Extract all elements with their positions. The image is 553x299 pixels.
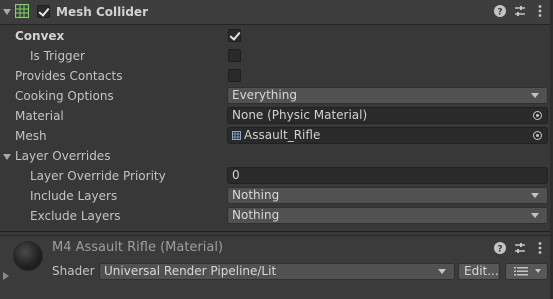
mesh-collider-icon (15, 4, 29, 18)
layer-override-priority-input[interactable]: 0 (227, 167, 548, 184)
svg-text:?: ? (497, 8, 502, 18)
divider (0, 231, 553, 232)
is-trigger-checkbox[interactable] (228, 49, 241, 62)
foldout-arrow-icon[interactable] (3, 9, 11, 15)
shader-value: Universal Render Pipeline/Lit (104, 264, 277, 278)
convex-label: Convex (15, 29, 65, 43)
layer-overrides-label: Layer Overrides (15, 149, 111, 163)
presets-icon[interactable] (513, 241, 527, 255)
is-trigger-row: Is Trigger (0, 46, 553, 66)
provides-contacts-row: Provides Contacts (0, 66, 553, 86)
provides-contacts-checkbox[interactable] (228, 69, 241, 82)
exclude-layers-dropdown[interactable]: Nothing (227, 207, 548, 224)
shader-dropdown[interactable]: Universal Render Pipeline/Lit (99, 263, 455, 280)
svg-text:?: ? (497, 245, 502, 255)
material-object-field[interactable]: None (Physic Material) (227, 107, 548, 124)
mesh-asset-icon (232, 131, 241, 140)
component-header[interactable]: Mesh Collider ? (0, 0, 553, 25)
cooking-options-value: Everything (232, 88, 297, 102)
presets-icon[interactable] (513, 4, 527, 18)
exclude-layers-value: Nothing (232, 208, 280, 222)
material-value: None (Physic Material) (232, 108, 368, 122)
divider (0, 235, 553, 236)
cooking-options-dropdown[interactable]: Everything (227, 87, 548, 104)
chevron-down-icon (438, 269, 446, 274)
edit-shader-button[interactable]: Edit... (458, 263, 500, 280)
chevron-down-icon (535, 269, 541, 273)
provides-contacts-label: Provides Contacts (15, 69, 123, 83)
material-asset-section: M4 Assault Rifle (Material) ? Shader Uni… (0, 237, 553, 299)
foldout-arrow-icon[interactable] (3, 154, 11, 160)
layer-override-priority-value: 0 (232, 168, 240, 182)
shader-options-button[interactable] (505, 263, 548, 280)
layer-override-priority-label: Layer Override Priority (30, 169, 166, 183)
material-row: Material None (Physic Material) (0, 106, 553, 126)
include-layers-value: Nothing (232, 188, 280, 202)
object-picker-icon[interactable] (533, 131, 542, 140)
mesh-value: Assault_Rifle (244, 128, 321, 142)
shader-label: Shader (52, 264, 95, 278)
layer-override-priority-row: Layer Override Priority 0 (0, 166, 553, 186)
convex-row: Convex (0, 26, 553, 46)
cooking-options-label: Cooking Options (15, 89, 114, 103)
material-title: M4 Assault Rifle (Material) (52, 240, 224, 255)
include-layers-dropdown[interactable]: Nothing (227, 187, 548, 204)
more-icon[interactable] (533, 241, 547, 255)
mesh-object-field[interactable]: Assault_Rifle (227, 127, 548, 144)
is-trigger-label: Is Trigger (30, 49, 85, 63)
layer-overrides-foldout[interactable]: Layer Overrides (0, 146, 553, 166)
help-icon[interactable]: ? (493, 241, 507, 255)
component-title: Mesh Collider (56, 5, 148, 19)
include-layers-label: Include Layers (30, 189, 118, 203)
exclude-layers-row: Exclude Layers Nothing (0, 206, 553, 226)
material-label: Material (15, 109, 64, 123)
chevron-down-icon (531, 193, 539, 198)
cooking-options-row: Cooking Options Everything (0, 86, 553, 106)
list-icon (514, 267, 528, 276)
include-layers-row: Include Layers Nothing (0, 186, 553, 206)
mesh-row: Mesh Assault_Rifle (0, 126, 553, 146)
object-picker-icon[interactable] (533, 111, 542, 120)
chevron-down-icon (531, 213, 539, 218)
chevron-down-icon (531, 93, 539, 98)
exclude-layers-label: Exclude Layers (30, 209, 121, 223)
convex-checkbox[interactable] (228, 29, 241, 42)
foldout-arrow-icon[interactable] (3, 272, 9, 280)
mesh-label: Mesh (15, 129, 47, 143)
material-preview-sphere (13, 241, 43, 271)
more-icon[interactable] (533, 4, 547, 18)
help-icon[interactable]: ? (493, 4, 507, 18)
component-enabled-checkbox[interactable] (37, 5, 50, 18)
